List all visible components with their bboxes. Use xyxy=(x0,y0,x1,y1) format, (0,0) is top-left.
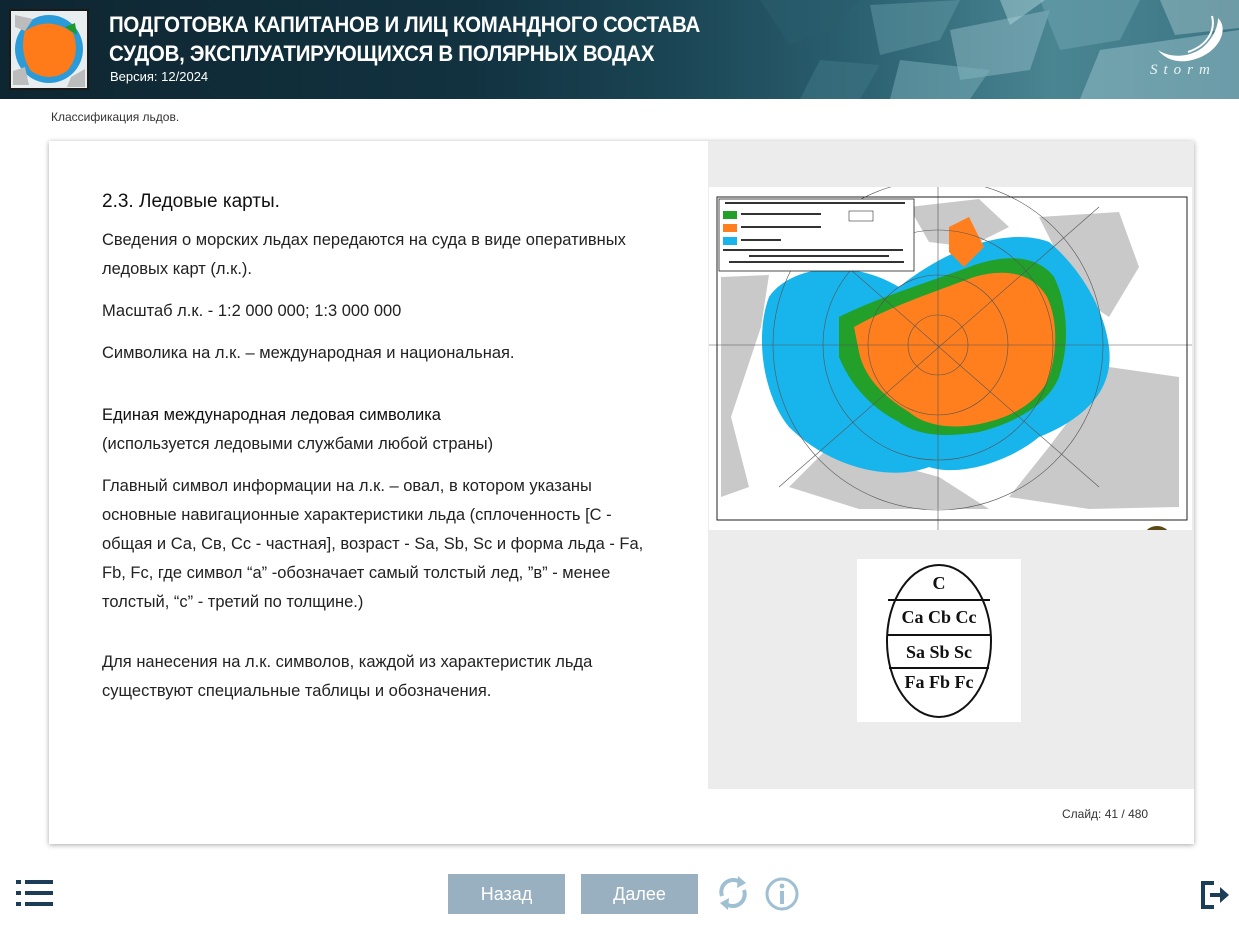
app-header: ПОДГОТОВКА КАПИТАНОВ И ЛИЦ КОМАНДНОГО СО… xyxy=(0,0,1239,99)
subheading: Единая международная ледовая символика xyxy=(102,406,441,424)
oval-form-of-ice: Fa Fb Fc xyxy=(904,672,974,692)
reload-icon[interactable] xyxy=(714,874,752,912)
ice-chart-image[interactable] xyxy=(709,187,1192,530)
slide-content: 2.3. Ледовые карты. Сведения о морских л… xyxy=(49,141,1194,844)
exit-icon[interactable] xyxy=(1200,880,1230,910)
oval-concentration: C xyxy=(932,573,946,593)
paragraph-5: Главный символ информации на л.к. – овал… xyxy=(102,477,644,611)
paragraph-1: Сведения о морских льдах передаются на с… xyxy=(102,231,626,278)
slide-heading: 2.3. Ледовые карты. xyxy=(102,191,280,212)
list-menu-icon[interactable] xyxy=(16,878,54,908)
oval-stage-of-development: Sa Sb Sc xyxy=(905,642,973,662)
slide-counter: Слайд: 41 / 480 xyxy=(1062,807,1149,821)
course-version: Версия: 12/2024 xyxy=(110,69,209,84)
next-button[interactable]: Далее xyxy=(581,874,698,914)
breadcrumb: Классификация льдов. xyxy=(51,110,180,124)
paragraph-4: (используется ледовыми службами любой ст… xyxy=(102,435,494,453)
info-icon[interactable] xyxy=(764,876,800,912)
paragraph-6: Для нанесения на л.к. символов, каждой и… xyxy=(102,653,593,700)
paragraph-2: Масштаб л.к. - 1:2 000 000; 1:3 000 000 xyxy=(102,302,402,320)
ice-symbol-oval: C Ca Cb Cc Sa Sb Sc Fa Fb Fc xyxy=(857,559,1021,722)
storm-brand-text: Storm xyxy=(1150,62,1216,78)
course-logo-map xyxy=(9,9,89,90)
zoom-in-icon[interactable] xyxy=(1141,525,1181,530)
oval-partial-concentration: Ca Cb Cc xyxy=(901,607,977,627)
back-button[interactable]: Назад xyxy=(448,874,565,914)
media-panel: C Ca Cb Cc Sa Sb Sc Fa Fb Fc xyxy=(708,141,1194,789)
slide-text-column: 2.3. Ледовые карты. Сведения о морских л… xyxy=(102,187,662,706)
paragraph-3: Символика на л.к. – международная и наци… xyxy=(102,344,515,362)
course-title: ПОДГОТОВКА КАПИТАНОВ И ЛИЦ КОМАНДНОГО СО… xyxy=(109,12,701,66)
